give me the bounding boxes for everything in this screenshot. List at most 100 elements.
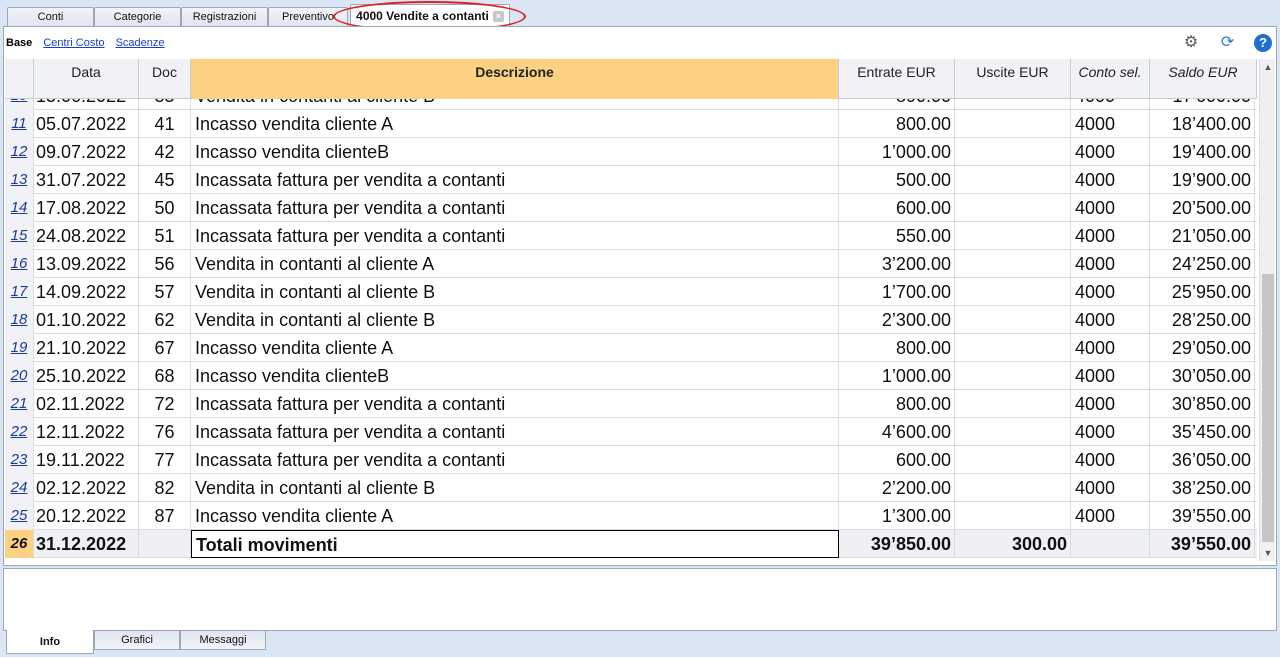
view-centri-costo[interactable]: Centri Costo: [43, 37, 104, 49]
cell-conto-sel[interactable]: 4000: [1071, 474, 1150, 502]
view-scadenze[interactable]: Scadenze: [116, 37, 165, 49]
table-row[interactable]: 16 13.09.2022 56 Vendita in contanti al cli…: [5, 250, 1257, 278]
scrollbar-thumb[interactable]: [1262, 274, 1274, 542]
row-number-link[interactable]: 12: [5, 138, 34, 166]
cell-saldo[interactable]: 29’050.00: [1150, 334, 1255, 362]
row-number-link[interactable]: 21: [5, 390, 34, 418]
table-row[interactable]: 13 31.07.2022 45 Incassata fattura per vend…: [5, 166, 1257, 194]
cell-uscite[interactable]: [955, 138, 1071, 166]
cell-doc[interactable]: 50: [139, 194, 191, 222]
tab-conti[interactable]: Conti: [7, 7, 94, 26]
refresh-icon[interactable]: ⟳: [1218, 33, 1238, 53]
row-number-link[interactable]: 11: [5, 110, 34, 138]
total-saldo[interactable]: 39’550.00: [1150, 530, 1255, 558]
cell-data[interactable]: 14.09.2022: [34, 278, 139, 306]
tab-categorie[interactable]: Categorie: [94, 7, 181, 26]
cell-doc[interactable]: 82: [139, 474, 191, 502]
cell-descrizione[interactable]: Incasso vendita clienteB: [191, 138, 839, 166]
cell-conto-sel[interactable]: 4000: [1071, 278, 1150, 306]
cell-conto-sel[interactable]: 4000: [1071, 418, 1150, 446]
cell-descrizione[interactable]: Incassata fattura per vendita a contanti: [191, 222, 839, 250]
cell-entrate[interactable]: 500.00: [839, 166, 955, 194]
row-number-link[interactable]: 14: [5, 194, 34, 222]
cell-doc[interactable]: 41: [139, 110, 191, 138]
cell-doc[interactable]: 42: [139, 138, 191, 166]
cell-data[interactable]: 25.10.2022: [34, 362, 139, 390]
cell-data[interactable]: 02.12.2022: [34, 474, 139, 502]
header-uscite[interactable]: Uscite EUR: [955, 59, 1071, 99]
cell-descrizione[interactable]: Incassata fattura per vendita a contanti: [191, 390, 839, 418]
cell-conto-sel[interactable]: 4000: [1071, 138, 1150, 166]
cell-saldo[interactable]: 25’950.00: [1150, 278, 1255, 306]
cell-data[interactable]: 24.08.2022: [34, 222, 139, 250]
cell-saldo[interactable]: 30’050.00: [1150, 362, 1255, 390]
scroll-up-icon[interactable]: ▲: [1260, 59, 1276, 75]
cell-conto-sel[interactable]: 4000: [1071, 390, 1150, 418]
tab-preventivo[interactable]: Preventivo: [268, 7, 348, 26]
cell-descrizione[interactable]: Incasso vendita cliente A: [191, 334, 839, 362]
cell-entrate[interactable]: 800.00: [839, 390, 955, 418]
cell-conto-sel[interactable]: 4000: [1071, 334, 1150, 362]
cell-doc[interactable]: 72: [139, 390, 191, 418]
cell-entrate[interactable]: 3’200.00: [839, 250, 955, 278]
table-row[interactable]: 24 02.12.2022 82 Vendita in contanti al cli…: [5, 474, 1257, 502]
header-entrate[interactable]: Entrate EUR: [839, 59, 955, 99]
cell-entrate[interactable]: 800.00: [839, 334, 955, 362]
tab-grafici[interactable]: Grafici: [94, 631, 180, 650]
cell-data[interactable]: 01.10.2022: [34, 306, 139, 334]
cell-entrate[interactable]: 4’600.00: [839, 418, 955, 446]
cell-saldo[interactable]: 39’550.00: [1150, 502, 1255, 530]
cell-data[interactable]: 13.09.2022: [34, 250, 139, 278]
cell-uscite[interactable]: [955, 474, 1071, 502]
total-descrizione[interactable]: Totali movimenti: [191, 530, 839, 558]
cell-data[interactable]: 09.07.2022: [34, 138, 139, 166]
cell-descrizione[interactable]: Incassata fattura per vendita a contanti: [191, 446, 839, 474]
row-number-link[interactable]: 17: [5, 278, 34, 306]
cell-doc[interactable]: 62: [139, 306, 191, 334]
cell-descrizione[interactable]: Incasso vendita clienteB: [191, 362, 839, 390]
cell-descrizione[interactable]: Incasso vendita cliente A: [191, 502, 839, 530]
cell-doc[interactable]: 57: [139, 278, 191, 306]
cell-saldo[interactable]: 36’050.00: [1150, 446, 1255, 474]
cell-doc[interactable]: 67: [139, 334, 191, 362]
cell-data[interactable]: 12.11.2022: [34, 418, 139, 446]
cell-entrate[interactable]: 2’300.00: [839, 306, 955, 334]
cell-saldo[interactable]: 28’250.00: [1150, 306, 1255, 334]
cell-entrate[interactable]: 1’300.00: [839, 502, 955, 530]
table-row[interactable]: 18 01.10.2022 62 Vendita in contanti al cli…: [5, 306, 1257, 334]
cell-entrate[interactable]: 800.00: [839, 110, 955, 138]
cell-conto-sel[interactable]: 4000: [1071, 362, 1150, 390]
cell-data[interactable]: 05.07.2022: [34, 110, 139, 138]
table-row[interactable]: 21 02.11.2022 72 Incassata fattura per vend…: [5, 390, 1257, 418]
cell-data[interactable]: 20.12.2022: [34, 502, 139, 530]
cell-doc[interactable]: 51: [139, 222, 191, 250]
header-data[interactable]: Data: [34, 59, 139, 99]
cell-doc[interactable]: 77: [139, 446, 191, 474]
cell-entrate[interactable]: 1’000.00: [839, 362, 955, 390]
cell-conto-sel[interactable]: 4000: [1071, 194, 1150, 222]
cell-entrate[interactable]: 600.00: [839, 194, 955, 222]
cell-entrate[interactable]: 550.00: [839, 222, 955, 250]
cell-data[interactable]: 19.11.2022: [34, 446, 139, 474]
tab-messaggi[interactable]: Messaggi: [180, 631, 266, 650]
cell-descrizione[interactable]: Incassata fattura per vendita a contanti: [191, 418, 839, 446]
cell-descrizione[interactable]: Incassata fattura per vendita a contanti: [191, 166, 839, 194]
cell-descrizione[interactable]: Vendita in contanti al cliente B: [191, 278, 839, 306]
cell-uscite[interactable]: [955, 166, 1071, 194]
vertical-scrollbar[interactable]: ▲ ▼: [1259, 59, 1275, 561]
table-row[interactable]: 12 09.07.2022 42 Incasso vendita clienteB 1’…: [5, 138, 1257, 166]
table-row[interactable]: 17 14.09.2022 57 Vendita in contanti al cli…: [5, 278, 1257, 306]
cell-saldo[interactable]: 35’450.00: [1150, 418, 1255, 446]
cell-entrate[interactable]: 600.00: [839, 446, 955, 474]
total-doc[interactable]: [139, 530, 191, 558]
cell-saldo[interactable]: 21’050.00: [1150, 222, 1255, 250]
cell-conto-sel[interactable]: 4000: [1071, 502, 1150, 530]
cell-doc[interactable]: 68: [139, 362, 191, 390]
table-row[interactable]: 15 24.08.2022 51 Incassata fattura per vend…: [5, 222, 1257, 250]
cell-data[interactable]: 21.10.2022: [34, 334, 139, 362]
cell-conto-sel[interactable]: 4000: [1071, 250, 1150, 278]
cell-doc[interactable]: 45: [139, 166, 191, 194]
header-conto-sel[interactable]: Conto sel.: [1071, 59, 1150, 99]
row-number-link[interactable]: 24: [5, 474, 34, 502]
cell-conto-sel[interactable]: 4000: [1071, 222, 1150, 250]
